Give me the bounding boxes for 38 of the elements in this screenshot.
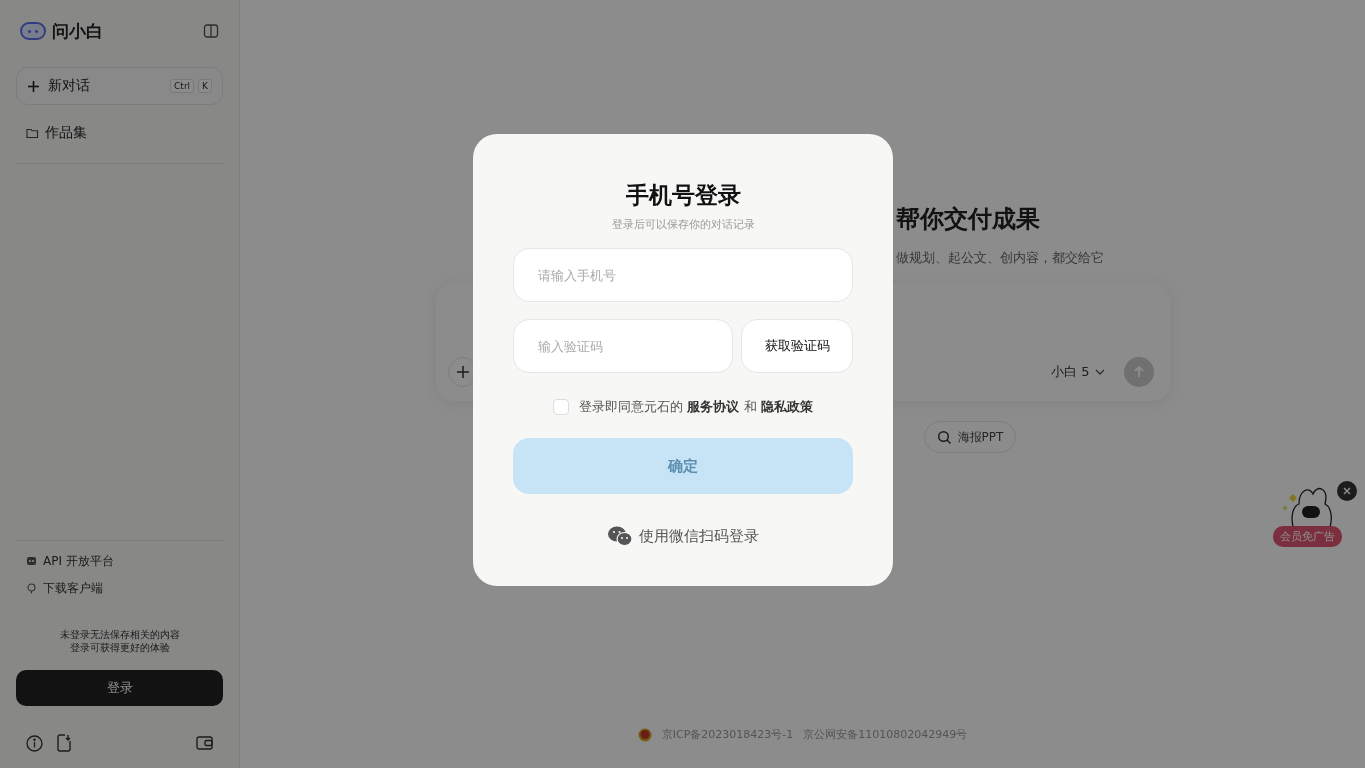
phone-input-field[interactable]: 请输入手机号 [513,248,853,302]
code-input-field[interactable]: 输入验证码 [513,319,733,373]
info-icon[interactable] [26,734,43,752]
plus-icon [455,365,470,379]
new-chat-button[interactable]: 新对话 Ctrl K [16,67,223,105]
login-notice: 未登录无法保存相关的内容 [58,628,181,641]
logo-icon [20,21,46,41]
phone-download-icon[interactable] [57,734,71,752]
close-button[interactable] [1337,481,1357,501]
login-button[interactable]: 登录 [16,670,223,706]
police-emblem-icon [637,727,652,742]
folder-icon [26,127,39,139]
close-icon [1343,487,1351,495]
wallet-icon[interactable] [196,736,213,750]
agreement-checkbox[interactable] [553,399,570,415]
wechat-login-button[interactable]: 使用微信扫码登录 [607,525,759,547]
shortcut-key: K [198,79,212,93]
dialog-subtitle: 登录后可以保存你的对话记录 [611,217,755,232]
robot-icon [26,555,37,567]
sidebar-link[interactable]: 下载客户端 [16,578,223,598]
search-icon [936,429,952,445]
sidebar-link[interactable]: API 开放平台 [16,551,223,571]
hero-subtitle: 做规划、起公文、创内容，都交给它 [895,249,1105,267]
plus-icon [27,79,40,93]
sidebar-toggle-icon[interactable] [203,23,219,39]
agreement-text: 登录即同意元石的 服务协议 和 隐私政策 [579,398,813,416]
model-selector[interactable]: 小白 5 [1045,357,1112,387]
dialog-title: 手机号登录 [625,181,741,210]
get-code-button[interactable]: 获取验证码 [741,319,853,373]
shortcut-key: Ctrl [170,79,195,93]
chat-bubbles-icon [607,525,633,547]
hero-heading: 帮你交付成果 [895,204,1041,235]
brand-name: 问小白 [52,19,103,43]
login-notice: 登录可获得更好的体验 [68,641,171,654]
sidebar-item[interactable]: 作品集 [16,123,223,143]
promo-badge[interactable]: 会员免广告 [1272,526,1342,547]
download-icon [26,582,37,594]
suggestion-chip[interactable]: 海报PPT [923,421,1017,453]
